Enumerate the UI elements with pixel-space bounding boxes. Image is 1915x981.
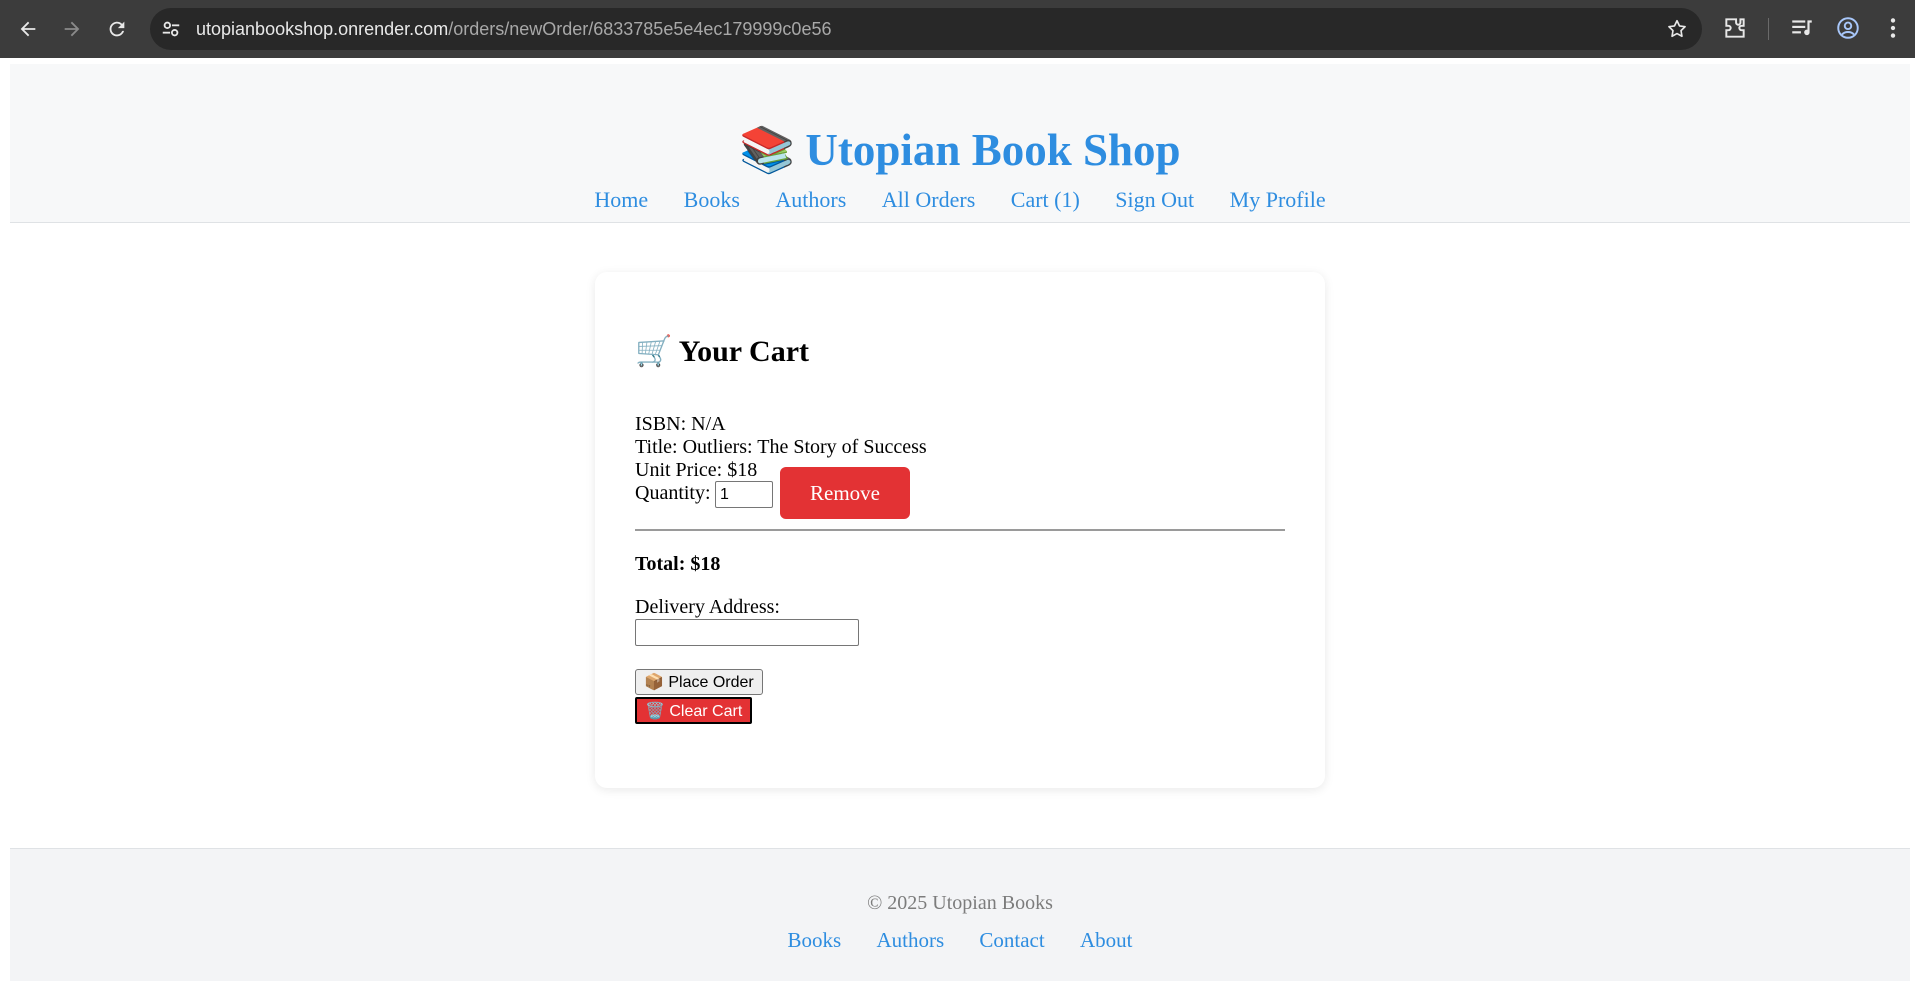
- toolbar-divider: [1768, 18, 1769, 40]
- site-title-text: Utopian Book Shop: [805, 125, 1181, 175]
- books-logo-icon: 📚: [739, 125, 796, 175]
- item-title: Title: Outliers: The Story of Success: [635, 436, 927, 458]
- site-settings-icon[interactable]: [160, 18, 182, 40]
- url-text: utopianbookshop.onrender.com/orders/newO…: [196, 8, 831, 50]
- url-path: /orders/newOrder/6833785e5e4ec179999c0e5…: [448, 19, 832, 39]
- cart-total: Total: $18: [635, 553, 721, 575]
- remove-button[interactable]: Remove: [780, 467, 910, 519]
- item-unit-price: Unit Price: $18: [635, 459, 758, 481]
- quantity-input[interactable]: [715, 481, 773, 508]
- cart-heading-text: Your Cart: [678, 335, 810, 368]
- copyright: © 2025 Utopian Books: [867, 892, 1053, 914]
- more-menu-icon[interactable]: [1880, 15, 1906, 41]
- address-bar[interactable]: utopianbookshop.onrender.com/orders/newO…: [150, 8, 1702, 50]
- browser-toolbar: utopianbookshop.onrender.com/orders/newO…: [0, 0, 1915, 58]
- cart-divider: [635, 529, 1285, 531]
- page: 📚 Utopian Book Shop Home Books Authors Al…: [10, 58, 1910, 980]
- quantity-label: Quantity:: [635, 482, 711, 504]
- bookmark-star-icon[interactable]: [1666, 18, 1688, 40]
- nav-cart[interactable]: Cart (1): [1011, 187, 1080, 212]
- reload-icon[interactable]: [101, 13, 133, 45]
- nav-my-profile[interactable]: My Profile: [1230, 187, 1326, 212]
- site-header: 📚 Utopian Book Shop Home Books Authors Al…: [10, 64, 1910, 223]
- footer-link-contact[interactable]: Contact: [979, 928, 1044, 952]
- footer-nav: Books Authors Contact About: [10, 927, 1910, 953]
- cart-icon: 🛒: [635, 335, 673, 368]
- address-input[interactable]: [635, 619, 859, 646]
- nav-all-orders[interactable]: All Orders: [882, 187, 975, 212]
- footer-link-about[interactable]: About: [1080, 928, 1133, 952]
- nav-books[interactable]: Books: [684, 187, 740, 212]
- item-isbn: ISBN: N/A: [635, 413, 726, 435]
- address-label: Delivery Address:: [635, 596, 780, 618]
- nav-authors[interactable]: Authors: [775, 187, 846, 212]
- footer-link-books[interactable]: Books: [788, 928, 842, 952]
- site-footer: © 2025 Utopian Books Books Authors Conta…: [10, 848, 1910, 981]
- nav-sign-out[interactable]: Sign Out: [1115, 187, 1194, 212]
- site-title: 📚 Utopian Book Shop: [10, 122, 1910, 178]
- forward-icon[interactable]: [56, 13, 88, 45]
- nav-home[interactable]: Home: [594, 187, 648, 212]
- url-host: utopianbookshop.onrender.com: [196, 19, 449, 39]
- main-nav: Home Books Authors All Orders Cart (1) S…: [10, 186, 1910, 214]
- place-order-button[interactable]: 📦 Place Order: [635, 669, 763, 695]
- back-icon[interactable]: [12, 13, 44, 45]
- cart-heading: 🛒 Your Cart: [635, 334, 809, 370]
- media-controls-icon[interactable]: [1789, 15, 1815, 41]
- profile-avatar-icon[interactable]: [1835, 15, 1861, 41]
- clear-cart-button[interactable]: 🗑️ Clear Cart: [635, 697, 753, 724]
- footer-link-authors[interactable]: Authors: [876, 928, 944, 952]
- extensions-icon[interactable]: [1722, 15, 1748, 41]
